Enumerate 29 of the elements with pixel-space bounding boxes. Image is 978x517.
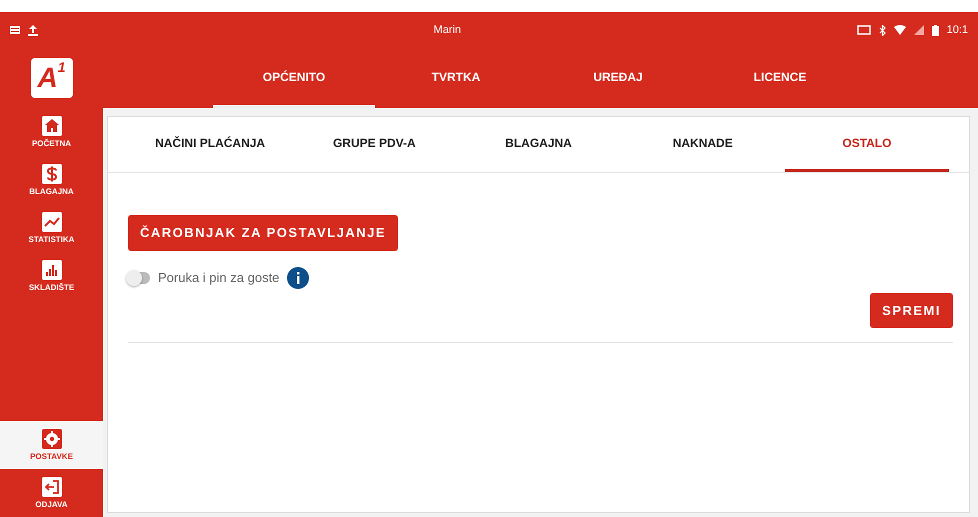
tab[interactable]: OSTALO xyxy=(784,117,950,172)
battery-icon xyxy=(932,24,939,36)
tab[interactable]: NAČINI PLAĆANJA xyxy=(128,117,292,172)
sidebar-item[interactable]: POČETNA xyxy=(0,108,103,156)
sidebar-item[interactable]: BLAGAJNA xyxy=(0,156,103,204)
save-button[interactable]: SPREMI xyxy=(870,292,953,328)
sidebar-item[interactable]: STATISTIKA xyxy=(0,204,103,252)
toggle-label: Poruka i pin za goste xyxy=(158,268,280,287)
tab[interactable]: OPĆENITO xyxy=(213,48,375,108)
keyboard-icon xyxy=(10,26,20,34)
tab[interactable]: TVRTKA xyxy=(375,48,537,108)
tab[interactable]: NAKNADE xyxy=(620,117,785,172)
sidebar-item[interactable]: ODJAVA xyxy=(0,469,103,517)
tab[interactable]: GRUPE PDV-A xyxy=(292,117,456,172)
logo: A$^{1}$ xyxy=(30,58,72,98)
wifi-icon xyxy=(894,25,906,35)
tab[interactable]: UREĐAJ xyxy=(537,48,699,108)
info-icon[interactable] xyxy=(287,266,310,288)
sidebar-item[interactable]: POSTAVKE xyxy=(0,421,103,469)
window-title: Marin xyxy=(432,22,462,38)
clock-text: 10:1 xyxy=(946,22,968,38)
toggle-switch[interactable] xyxy=(128,272,150,284)
bluetooth-icon xyxy=(878,24,886,36)
tab[interactable]: BLAGAJNA xyxy=(456,117,621,172)
sidebar-item[interactable]: SKLADIŠTE xyxy=(0,252,103,300)
setup-wizard-button[interactable]: ČAROBNJAK ZA POSTAVLJANJE xyxy=(128,215,398,250)
upload-icon xyxy=(28,24,38,36)
tab[interactable]: LICENCE xyxy=(699,48,861,108)
no-sim-icon xyxy=(914,25,924,35)
